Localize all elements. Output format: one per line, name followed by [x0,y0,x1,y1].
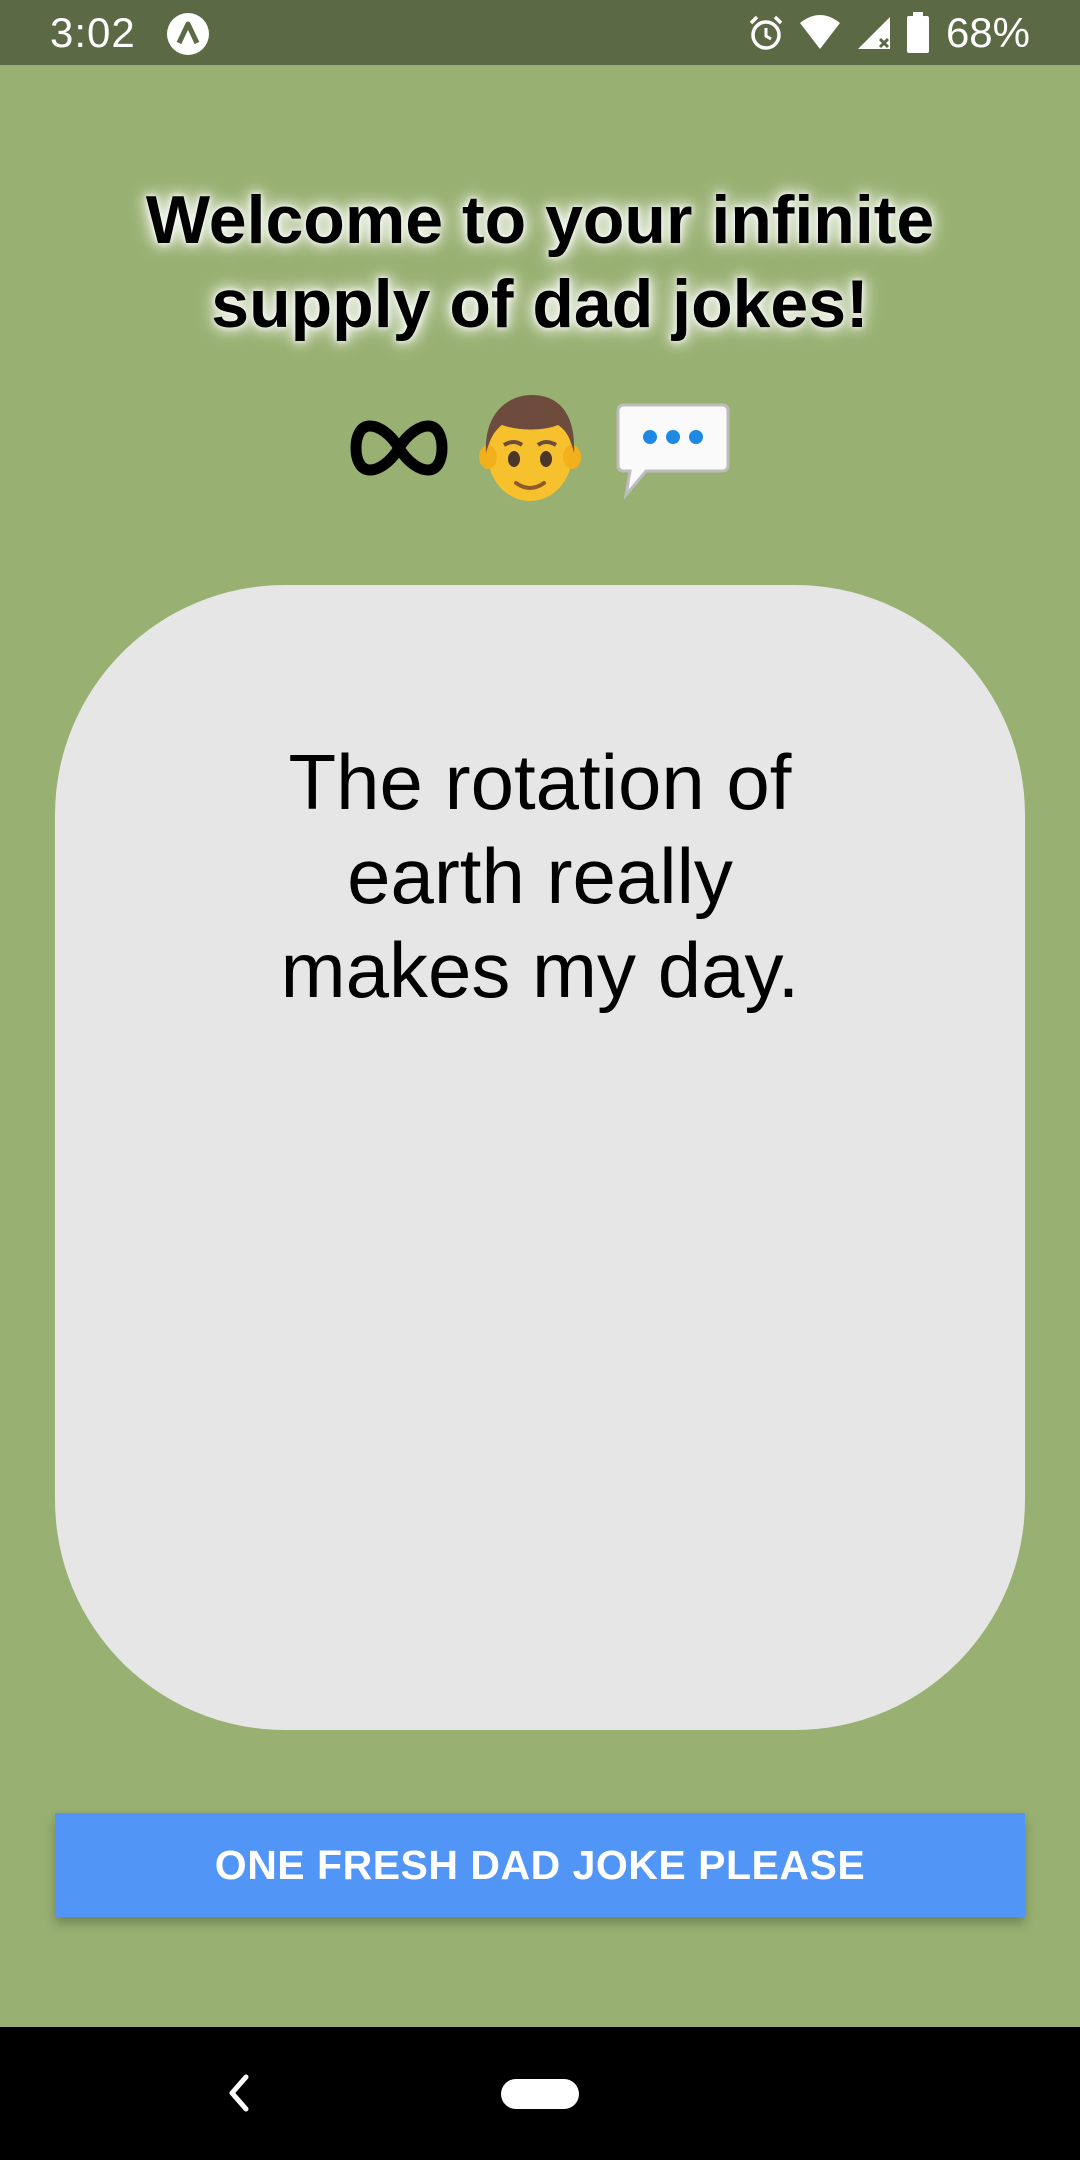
man-emoji-icon [479,395,581,501]
battery-percent: 68% [945,9,1030,56]
status-icons: 68% [746,8,1030,58]
emoji-row [0,385,1080,515]
back-icon[interactable] [220,2067,256,2119]
page-title: Welcome to your infinite supply of dad j… [145,182,935,342]
wifi-icon [799,15,840,49]
navigation-bar [0,2027,1080,2160]
joke-card: The rotation of earth really makes my da… [55,585,1025,1730]
fresh-joke-button[interactable]: ONE FRESH DAD JOKE PLEASE [55,1813,1025,1917]
alarm-icon [749,15,783,50]
battery-icon [906,12,929,53]
status-bar: 3:02 68% [0,0,1080,65]
cell-signal-icon [857,17,890,49]
home-pill[interactable] [501,2079,579,2109]
joke-text: The rotation of earth really makes my da… [280,738,800,1014]
infinity-icon [350,420,448,476]
speech-bubble-icon [616,403,730,499]
status-time: 3:02 [50,9,136,56]
app-screen: 3:02 68% Welcome to your infinite supply… [0,0,1080,2160]
app-notification-icon [167,13,209,55]
